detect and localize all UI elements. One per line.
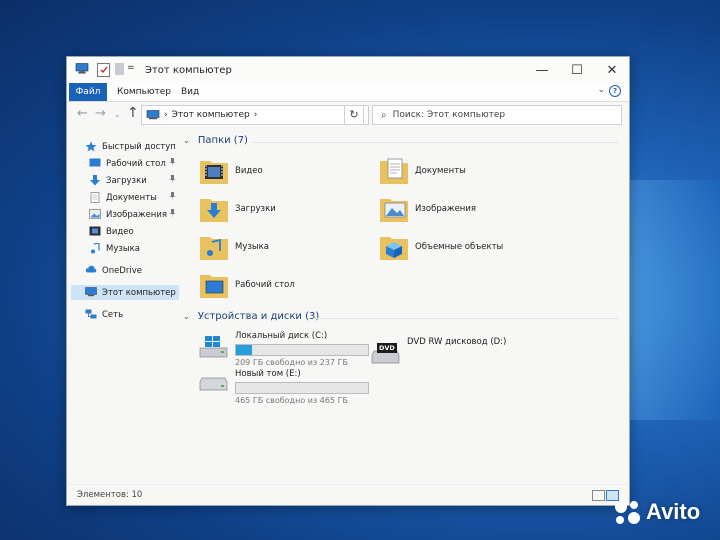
search-input[interactable]: ⌕ Поиск: Этот компьютер: [372, 105, 622, 125]
desktop-icon: [89, 158, 101, 169]
folder-item-downloads[interactable]: Загрузки: [199, 195, 276, 223]
folder-item-pictures[interactable]: Изображения: [379, 195, 476, 223]
avito-wordmark: Avito: [646, 499, 701, 524]
drive-free-space: 209 ГБ свободно из 237 ГБ: [235, 358, 348, 367]
collapse-chevron-icon[interactable]: ⌄: [183, 136, 190, 145]
explorer-window: = Этот компьютер — ☐ ✕ Файл Компьютер Ви…: [66, 56, 630, 506]
video-icon: [89, 226, 101, 237]
pictures-folder-icon: [379, 195, 409, 223]
status-bar: Элементов: 10: [67, 484, 629, 505]
sidebar-item-desktop[interactable]: Рабочий стол: [89, 156, 181, 171]
3d-objects-folder-icon: [379, 233, 409, 261]
group-divider: [313, 318, 618, 319]
customize-toolbar-icon[interactable]: =: [127, 63, 135, 73]
pictures-icon: [89, 209, 101, 220]
drive-item-d[interactable]: DVD DVD RW дисковод (D:): [371, 337, 506, 365]
item-count: Элементов: 10: [77, 490, 143, 500]
tab-computer[interactable]: Компьютер: [117, 83, 171, 101]
up-button[interactable]: ↑: [127, 105, 139, 121]
sidebar-item-this-pc[interactable]: Этот компьютер: [71, 285, 179, 300]
drive-item-e[interactable]: Новый том (E:) 465 ГБ свободно из 465 ГБ: [199, 369, 369, 405]
folder-item-documents[interactable]: Документы: [379, 157, 466, 185]
minimize-button[interactable]: —: [527, 60, 557, 80]
computer-icon: [146, 110, 160, 120]
help-icon[interactable]: ?: [609, 85, 621, 97]
documents-icon: [89, 192, 101, 203]
group-divider: [253, 142, 618, 143]
music-icon: [89, 242, 101, 254]
drive-label: Новый том (E:): [235, 369, 301, 379]
properties-icon[interactable]: [97, 63, 110, 77]
sidebar-item-onedrive[interactable]: OneDrive: [85, 263, 142, 278]
avito-watermark: Avito: [612, 498, 700, 526]
recent-locations-button[interactable]: ⌄: [114, 110, 121, 119]
cloud-icon: [85, 265, 97, 276]
sidebar-item-pictures[interactable]: Изображения: [89, 207, 181, 222]
content-pane: ⌄ Папки (7) Видео Документы Загрузки Изо…: [183, 129, 629, 485]
back-button[interactable]: ←: [77, 106, 88, 121]
dvd-badge: DVD: [379, 344, 395, 352]
window-title: Этот компьютер: [145, 65, 232, 76]
dvd-drive-icon: DVD: [371, 341, 401, 365]
folder-item-music[interactable]: Музыка: [199, 233, 269, 261]
collapse-chevron-icon[interactable]: ⌄: [183, 312, 190, 321]
music-folder-icon: [199, 233, 229, 261]
drives-group-header[interactable]: ⌄ Устройства и диски (3): [183, 311, 623, 322]
sidebar-item-quick-access[interactable]: Быстрый доступ: [85, 139, 176, 154]
ribbon-tabs: Файл Компьютер Вид ⌄ ?: [67, 83, 629, 102]
hard-drive-icon: [199, 377, 229, 405]
drive-free-space: 465 ГБ свободно из 465 ГБ: [235, 396, 348, 405]
downloads-folder-icon: [199, 195, 229, 223]
address-bar[interactable]: › Этот компьютер › ⌄: [141, 105, 369, 125]
sidebar-item-documents[interactable]: Документы: [89, 190, 181, 205]
address-separator[interactable]: ›: [254, 110, 258, 120]
refresh-button[interactable]: ↻: [344, 105, 364, 125]
computer-icon: [85, 287, 97, 298]
desktop-folder-icon: [199, 271, 229, 299]
pin-icon[interactable]: [169, 192, 176, 203]
new-folder-icon[interactable]: [115, 63, 124, 75]
drive-label: Локальный диск (C:): [235, 331, 328, 341]
address-separator[interactable]: ›: [164, 110, 168, 120]
network-icon: [85, 309, 97, 320]
folder-item-3d-objects[interactable]: Объемные объекты: [379, 233, 503, 261]
maximize-button[interactable]: ☐: [562, 60, 592, 80]
address-path[interactable]: Этот компьютер: [172, 110, 250, 120]
drive-usage-fill: [236, 345, 252, 355]
windows-drive-icon: [199, 335, 229, 363]
sidebar-item-music[interactable]: Музыка: [89, 241, 140, 256]
sidebar-item-video[interactable]: Видео: [89, 224, 134, 239]
sidebar-item-network[interactable]: Сеть: [85, 307, 123, 322]
tab-view[interactable]: Вид: [181, 83, 199, 101]
documents-folder-icon: [379, 157, 409, 185]
star-icon: [85, 141, 97, 152]
search-icon: ⌕: [381, 109, 387, 121]
computer-icon: [75, 63, 89, 74]
ribbon-expand-icon[interactable]: ⌄: [597, 85, 605, 95]
sidebar-item-downloads[interactable]: Загрузки: [89, 173, 181, 188]
tab-file[interactable]: Файл: [69, 83, 107, 101]
details-view-icon[interactable]: [592, 490, 605, 501]
forward-button[interactable]: →: [95, 106, 106, 121]
navigation-pane: Быстрый доступ Рабочий стол Загрузки Док…: [67, 133, 181, 483]
folders-group-header[interactable]: ⌄ Папки (7): [183, 135, 623, 146]
pin-icon[interactable]: [169, 175, 176, 186]
close-button[interactable]: ✕: [597, 60, 627, 80]
search-placeholder: Поиск: Этот компьютер: [392, 110, 506, 120]
video-folder-icon: [199, 157, 229, 185]
drive-label: DVD RW дисковод (D:): [407, 337, 507, 347]
downloads-icon: [89, 175, 101, 186]
pin-icon[interactable]: [169, 158, 176, 169]
folder-item-video[interactable]: Видео: [199, 157, 263, 185]
title-bar: = Этот компьютер — ☐ ✕: [67, 57, 629, 83]
drive-usage-bar: [235, 344, 369, 356]
avito-logo-icon: [612, 498, 644, 526]
drive-item-c[interactable]: Локальный диск (C:) 209 ГБ свободно из 2…: [199, 331, 369, 367]
navigation-bar: ← → ⌄ ↑ › Этот компьютер › ⌄ ↻ ⌕ Поиск: …: [67, 102, 629, 128]
folder-item-desktop[interactable]: Рабочий стол: [199, 271, 295, 299]
drive-usage-bar: [235, 382, 369, 394]
pin-icon[interactable]: [169, 209, 176, 220]
